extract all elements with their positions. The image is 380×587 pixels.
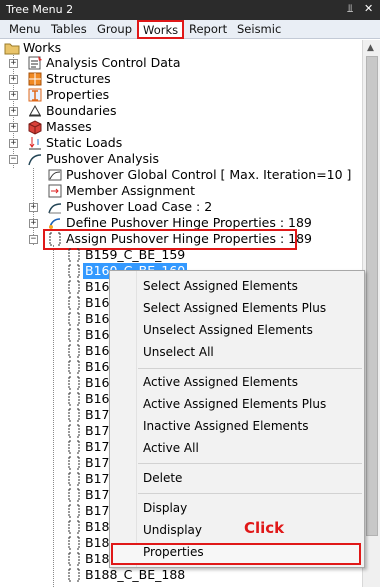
masses-icon bbox=[28, 120, 42, 135]
menu-item-unselect-assigned[interactable]: Unselect Assigned Elements bbox=[143, 323, 313, 337]
hinge-icon bbox=[68, 440, 80, 454]
menu-item-unselect-all[interactable]: Unselect All bbox=[143, 345, 214, 359]
tab-tables[interactable]: Tables bbox=[46, 21, 92, 38]
menu-item-active-assigned[interactable]: Active Assigned Elements bbox=[143, 375, 298, 389]
hinge-icon bbox=[68, 312, 80, 326]
menu-item-active-all[interactable]: Active All bbox=[143, 441, 199, 455]
hinge-icon bbox=[68, 296, 80, 310]
hinge-icon bbox=[68, 328, 80, 342]
hinge-icon bbox=[68, 344, 80, 358]
hinge-icon bbox=[68, 568, 80, 582]
menu-item-delete[interactable]: Delete bbox=[143, 471, 182, 485]
expand-icon[interactable]: + bbox=[9, 75, 18, 84]
menu-gutter bbox=[136, 271, 137, 567]
menu-separator bbox=[138, 463, 362, 464]
boundaries-icon bbox=[29, 104, 41, 117]
click-annotation: Click bbox=[244, 519, 285, 537]
context-menu: Select Assigned Elements Select Assigned… bbox=[109, 270, 365, 568]
hinge-icon bbox=[68, 264, 80, 278]
member-assignment-icon bbox=[48, 184, 62, 198]
hinge-icon bbox=[68, 488, 80, 502]
hinge-icon bbox=[68, 520, 80, 534]
pin-icon[interactable]: ⫫ bbox=[347, 2, 353, 16]
menu-item-display[interactable]: Display bbox=[143, 501, 187, 515]
menu-separator bbox=[138, 493, 362, 494]
hinge-icon bbox=[68, 360, 80, 374]
title-bar: Tree Menu 2 ⫫ ✕ bbox=[0, 0, 380, 20]
hinge-icon bbox=[68, 424, 80, 438]
tab-seismic[interactable]: Seismic bbox=[232, 21, 286, 38]
expand-icon[interactable]: + bbox=[9, 59, 18, 68]
tab-menu[interactable]: Menu bbox=[4, 21, 46, 38]
tab-bar: Menu Tables Group Works Report Seismic bbox=[0, 20, 380, 39]
expand-icon[interactable]: + bbox=[9, 139, 18, 148]
menu-item-active-assigned-plus[interactable]: Active Assigned Elements Plus bbox=[143, 397, 326, 411]
expand-icon[interactable]: + bbox=[9, 107, 18, 116]
pushover-icon bbox=[28, 154, 42, 166]
structures-icon bbox=[28, 72, 42, 86]
hinge-icon bbox=[68, 392, 80, 406]
hinge-icon bbox=[68, 280, 80, 294]
scroll-up-icon[interactable]: ▲ bbox=[367, 43, 374, 53]
collapse-icon[interactable]: − bbox=[9, 155, 18, 164]
properties-icon bbox=[28, 88, 42, 102]
hinge-icon bbox=[68, 408, 80, 422]
hinge-icon bbox=[68, 376, 80, 390]
expand-icon[interactable]: + bbox=[29, 219, 38, 228]
tree-line bbox=[53, 245, 54, 587]
global-control-icon bbox=[48, 169, 62, 181]
hinge-icon bbox=[68, 472, 80, 486]
hinge-icon bbox=[68, 536, 80, 550]
analysis-control-icon bbox=[28, 56, 42, 70]
menu-item-inactive-assigned[interactable]: Inactive Assigned Elements bbox=[143, 419, 308, 433]
expand-icon[interactable]: + bbox=[9, 123, 18, 132]
works-folder-icon bbox=[4, 43, 20, 55]
tab-report[interactable]: Report bbox=[184, 21, 232, 38]
static-loads-icon bbox=[29, 137, 41, 150]
menu-item-undisplay[interactable]: Undisplay bbox=[143, 523, 202, 537]
hinge-icon bbox=[68, 456, 80, 470]
collapse-icon[interactable]: − bbox=[29, 235, 38, 244]
close-icon[interactable]: ✕ bbox=[364, 2, 373, 15]
tab-group[interactable]: Group bbox=[92, 21, 137, 38]
hinge-icon bbox=[68, 248, 80, 262]
scrollbar-thumb[interactable] bbox=[366, 56, 378, 536]
menu-item-properties[interactable]: Properties bbox=[143, 545, 204, 559]
menu-separator bbox=[138, 368, 362, 369]
tab-works[interactable]: Works bbox=[137, 20, 185, 39]
load-case-icon bbox=[48, 203, 62, 214]
menu-item-select-assigned[interactable]: Select Assigned Elements bbox=[143, 279, 298, 293]
menu-item-select-assigned-plus[interactable]: Select Assigned Elements Plus bbox=[143, 301, 326, 315]
expand-icon[interactable]: + bbox=[29, 203, 38, 212]
hinge-icon bbox=[68, 552, 80, 566]
hinge-icon bbox=[49, 232, 61, 246]
expand-icon[interactable]: + bbox=[9, 91, 18, 100]
window-title: Tree Menu 2 bbox=[6, 3, 74, 16]
hinge-icon bbox=[68, 504, 80, 518]
